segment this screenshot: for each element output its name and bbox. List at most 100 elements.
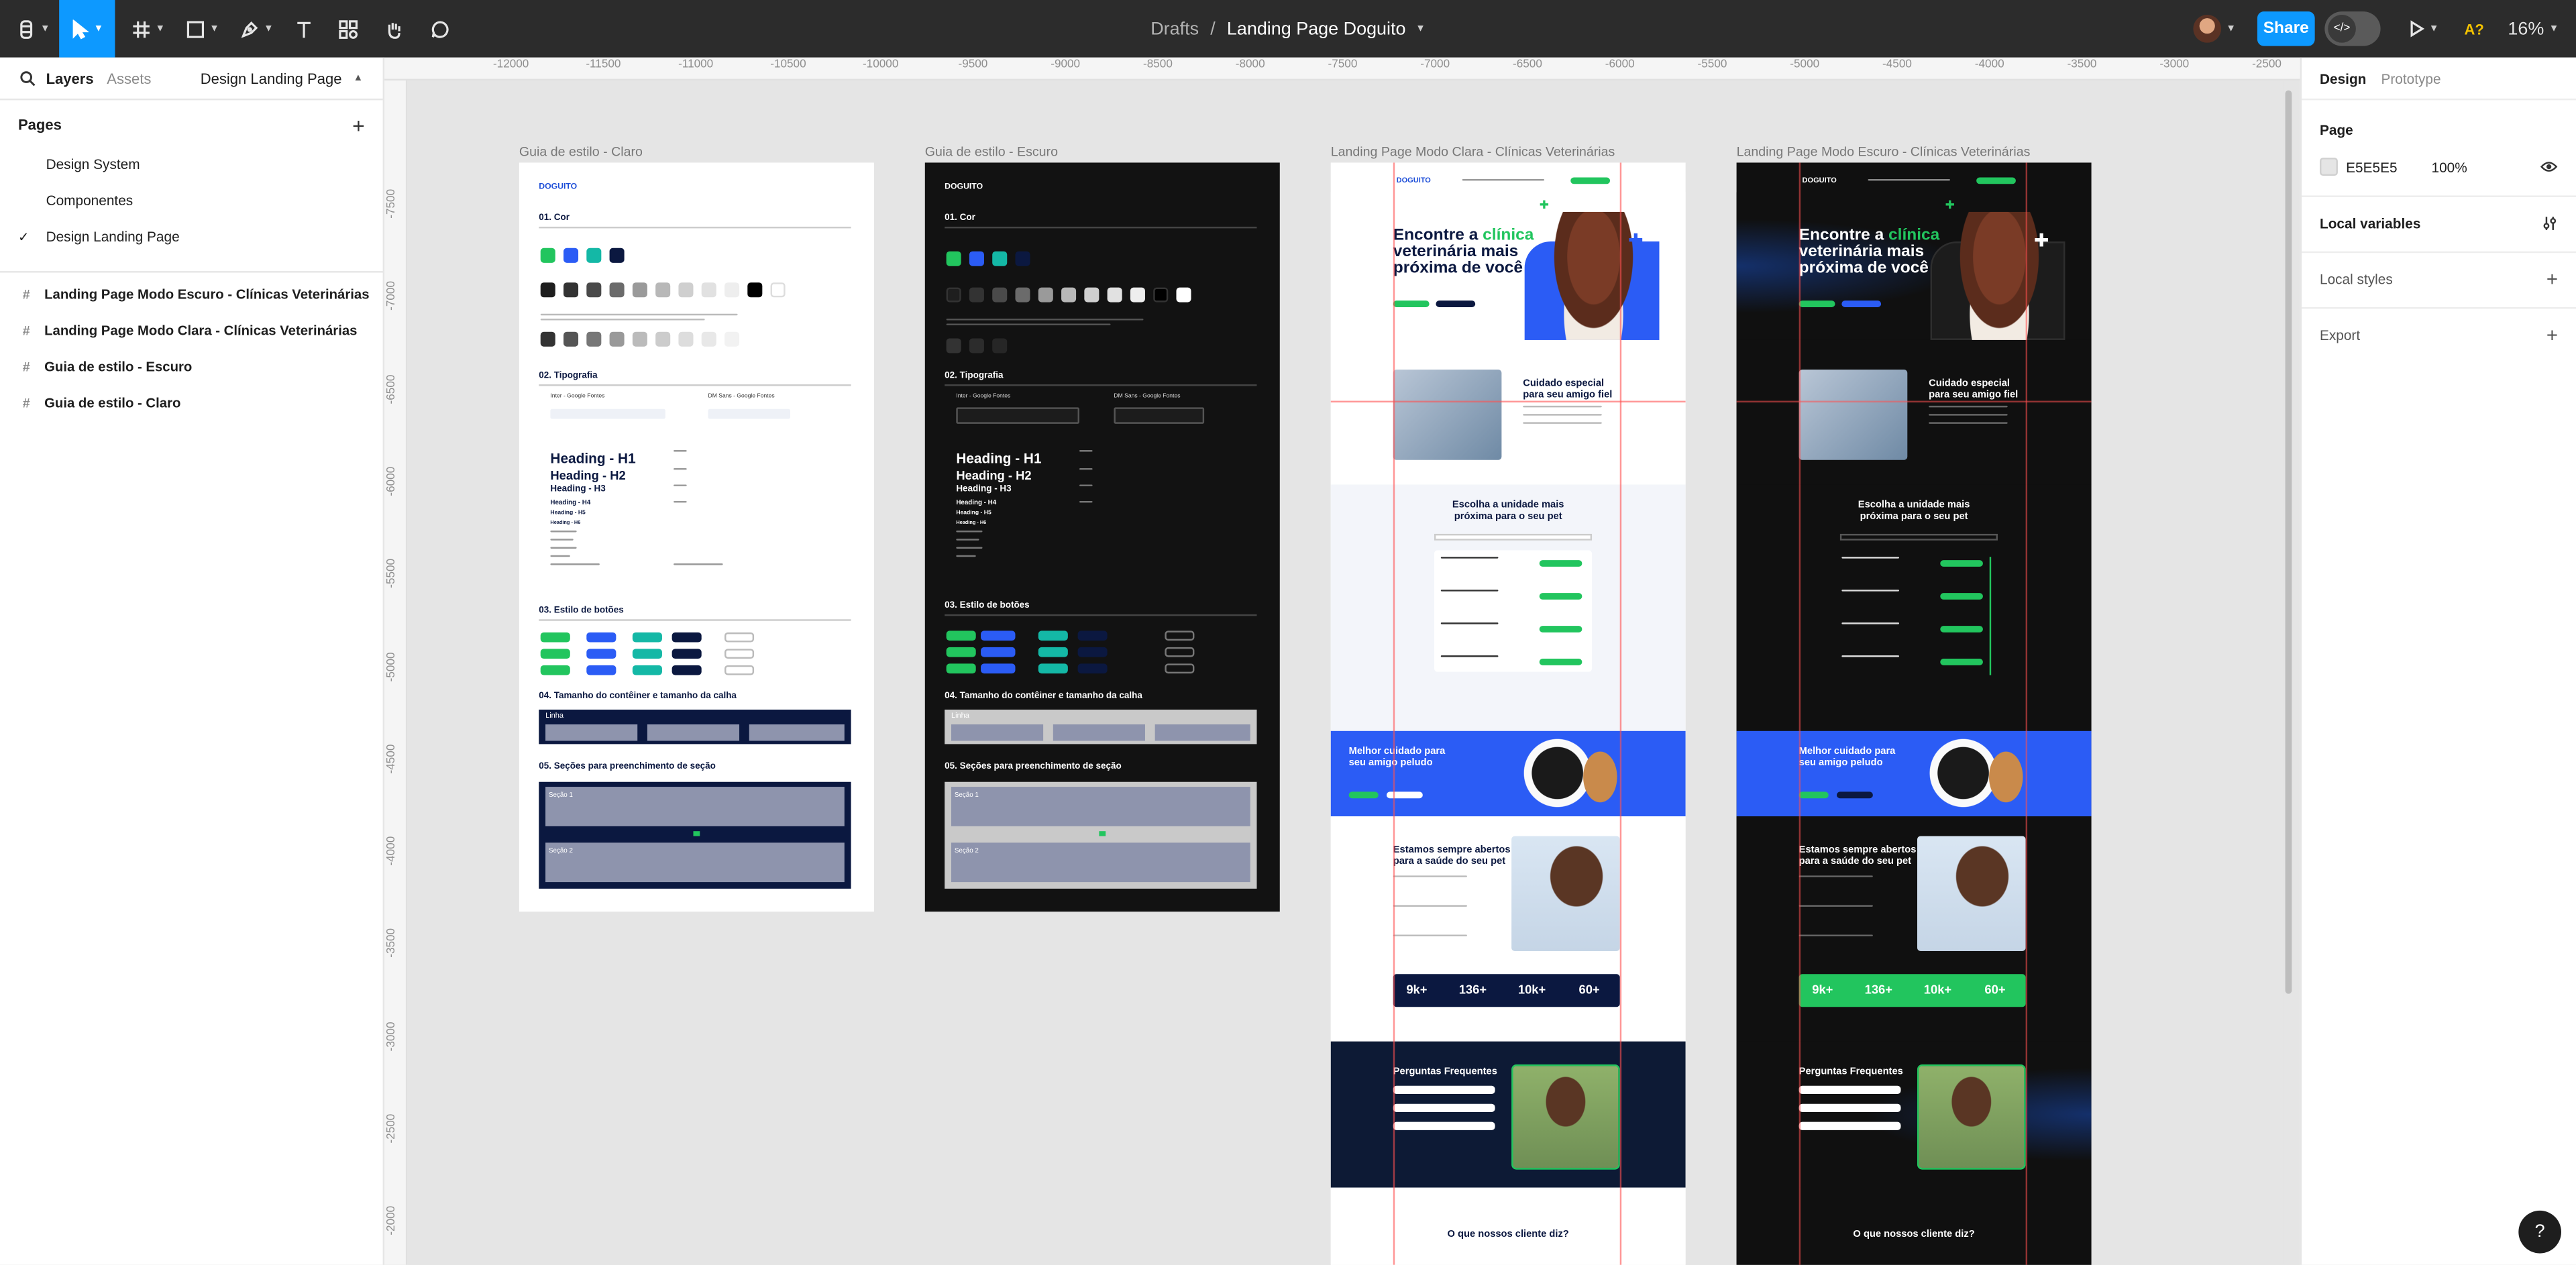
share-button[interactable]: Share	[2257, 11, 2315, 46]
care-title-line: Cuidado especial	[1523, 379, 1605, 390]
layout-grid-guide	[1330, 400, 1686, 403]
dev-mode-toggle[interactable]: </>	[2324, 11, 2381, 46]
layer-row[interactable]: # Landing Page Modo Escuro - Clínicas Ve…	[0, 282, 384, 305]
stat-value: 9k+	[1812, 982, 1833, 997]
add-icon[interactable]: +	[2546, 323, 2558, 346]
search-icon[interactable]	[19, 70, 36, 86]
stat-value: 136+	[1458, 982, 1487, 997]
color-swatch	[586, 331, 602, 347]
file-name[interactable]: Landing Page Doguito	[1227, 19, 1406, 38]
frame-label[interactable]: Guia de estilo - Claro	[519, 145, 643, 160]
page-selector[interactable]: Design Landing Page	[201, 70, 342, 86]
frame-hash-icon: #	[22, 359, 30, 374]
ruler-tick-label: -7000	[1420, 59, 1450, 71]
banner-section: Melhor cuidado para seu amigo peludo	[1330, 730, 1686, 817]
divider	[2302, 195, 2576, 197]
unit-button	[1539, 626, 1582, 632]
frame-guide-dark[interactable]: DOGUITO 01. Cor 02. Tipografia Inter - G…	[924, 162, 1280, 912]
faq-photo	[1917, 1064, 2026, 1170]
zoom-control[interactable]: 16% ▼	[2506, 0, 2561, 58]
variables-sliders-icon[interactable]	[2542, 215, 2558, 231]
gap-marker	[1099, 831, 1106, 836]
banner-title-line: seu amigo peludo	[1799, 758, 1883, 768]
faq-item	[1799, 1103, 1901, 1112]
tab-layers[interactable]: Layers	[46, 70, 94, 86]
sample-button	[1165, 630, 1195, 641]
user-avatar-button[interactable]: ▼	[2192, 0, 2238, 58]
chevron-up-icon[interactable]: ▲	[354, 73, 364, 83]
tab-prototype[interactable]: Prototype	[2381, 70, 2440, 86]
font-family-label: DM Sans - Google Fontes	[708, 392, 775, 400]
tab-assets[interactable]: Assets	[107, 70, 151, 86]
text-line	[1079, 484, 1093, 486]
page-color-hex[interactable]: E5E5E5	[2346, 160, 2397, 176]
export-row[interactable]: Export +	[2302, 311, 2576, 360]
vet-photo	[1799, 370, 1908, 460]
vet-photo	[1393, 370, 1502, 460]
page-item-componentes[interactable]: Componentes	[0, 189, 384, 212]
layer-row[interactable]: # Landing Page Modo Clara - Clínicas Vet…	[0, 319, 384, 341]
color-swatch	[969, 338, 984, 353]
frame-tool-button[interactable]: ▼	[125, 0, 171, 58]
color-swatch	[655, 282, 671, 298]
canvas[interactable]: Guia de estilo - Claro DOGUITO 01. Cor 0…	[407, 80, 2284, 1265]
section-block: Seção 1	[951, 787, 1250, 826]
layer-row[interactable]: # Guia de estilo - Escuro	[0, 355, 384, 378]
unit-name	[1841, 622, 1900, 624]
text-line	[550, 563, 600, 565]
tab-design[interactable]: Design	[2320, 70, 2366, 86]
comment-tool-button[interactable]	[425, 0, 455, 58]
present-button[interactable]: ▼	[2402, 0, 2445, 58]
chevron-down-icon[interactable]: ▼	[1415, 24, 1426, 34]
frame-landing-dark[interactable]: DOGUITO Encontre a clínica veterinária m…	[1736, 162, 2092, 1265]
units-section: Escolha a unidade mais próxima para o se…	[1736, 484, 2092, 731]
units-list	[1434, 550, 1593, 672]
page-color-opacity[interactable]: 100%	[2432, 160, 2467, 176]
resources-tool-button[interactable]	[333, 0, 363, 58]
page-item-design-landing-page[interactable]: ✓ Design Landing Page	[0, 225, 384, 248]
frame-guide-light[interactable]: DOGUITO 01. Cor 02. Tipografia Inter - G…	[519, 162, 874, 912]
comment-bubble-icon	[431, 20, 449, 38]
brand-logo: DOGUITO	[945, 182, 983, 192]
color-swatch	[946, 287, 961, 302]
layer-label: Landing Page Modo Clara - Clínicas Veter…	[44, 322, 358, 339]
local-styles-row[interactable]: Local styles +	[2302, 255, 2576, 304]
move-tool-button[interactable]: ▼	[59, 0, 115, 58]
add-page-icon[interactable]: +	[352, 113, 365, 138]
sample-button	[981, 647, 1016, 657]
page-color-swatch[interactable]	[2319, 158, 2338, 176]
shape-tool-button[interactable]: ▼	[179, 0, 225, 58]
color-swatch	[540, 331, 555, 347]
grid-column	[545, 724, 638, 741]
page-item-design-system[interactable]: Design System	[0, 153, 384, 176]
frame-label[interactable]: Guia de estilo - Escuro	[925, 145, 1058, 160]
layer-row[interactable]: # Guia de estilo - Claro	[0, 391, 384, 414]
layout-grid-guide	[1736, 400, 2092, 403]
ruler-tick-label: -4500	[1882, 59, 1912, 71]
banner-title: Melhor cuidado para seu amigo peludo	[1349, 747, 1446, 769]
eye-icon[interactable]	[2540, 160, 2558, 174]
pen-tool-button[interactable]: ▼	[233, 0, 280, 58]
layer-label: Guia de estilo - Escuro	[44, 358, 193, 375]
canvas-scrollbar[interactable]	[2285, 90, 2292, 994]
sample-button	[1077, 630, 1108, 641]
missing-fonts-indicator[interactable]: A?	[2458, 0, 2491, 58]
dog-photo	[1980, 737, 2033, 817]
hero-title-highlight: clínica	[1483, 226, 1534, 245]
breadcrumb-drafts[interactable]: Drafts	[1150, 19, 1199, 38]
help-button[interactable]: ?	[2518, 1210, 2561, 1254]
feature-list	[1523, 422, 1602, 424]
add-icon[interactable]: +	[2546, 268, 2558, 290]
text-tool-button[interactable]	[289, 0, 319, 58]
local-variables-row[interactable]: Local variables	[2302, 199, 2576, 248]
grid-row-label: Linha	[951, 711, 969, 720]
color-swatch	[540, 248, 555, 263]
frame-label[interactable]: Landing Page Modo Escuro - Clínicas Vete…	[1737, 145, 2031, 160]
heading-h3-sample: Heading - H3	[956, 484, 1012, 495]
frame-label[interactable]: Landing Page Modo Clara - Clínicas Veter…	[1331, 145, 1615, 160]
color-swatch	[609, 282, 625, 298]
right-panel: Design Prototype Page E5E5E5 100% Local …	[2300, 57, 2576, 1265]
main-menu-button[interactable]: ▼	[10, 0, 56, 58]
frame-landing-light[interactable]: DOGUITO Encontre a clínica veterinária m…	[1330, 162, 1686, 1265]
hand-tool-button[interactable]	[380, 0, 409, 58]
